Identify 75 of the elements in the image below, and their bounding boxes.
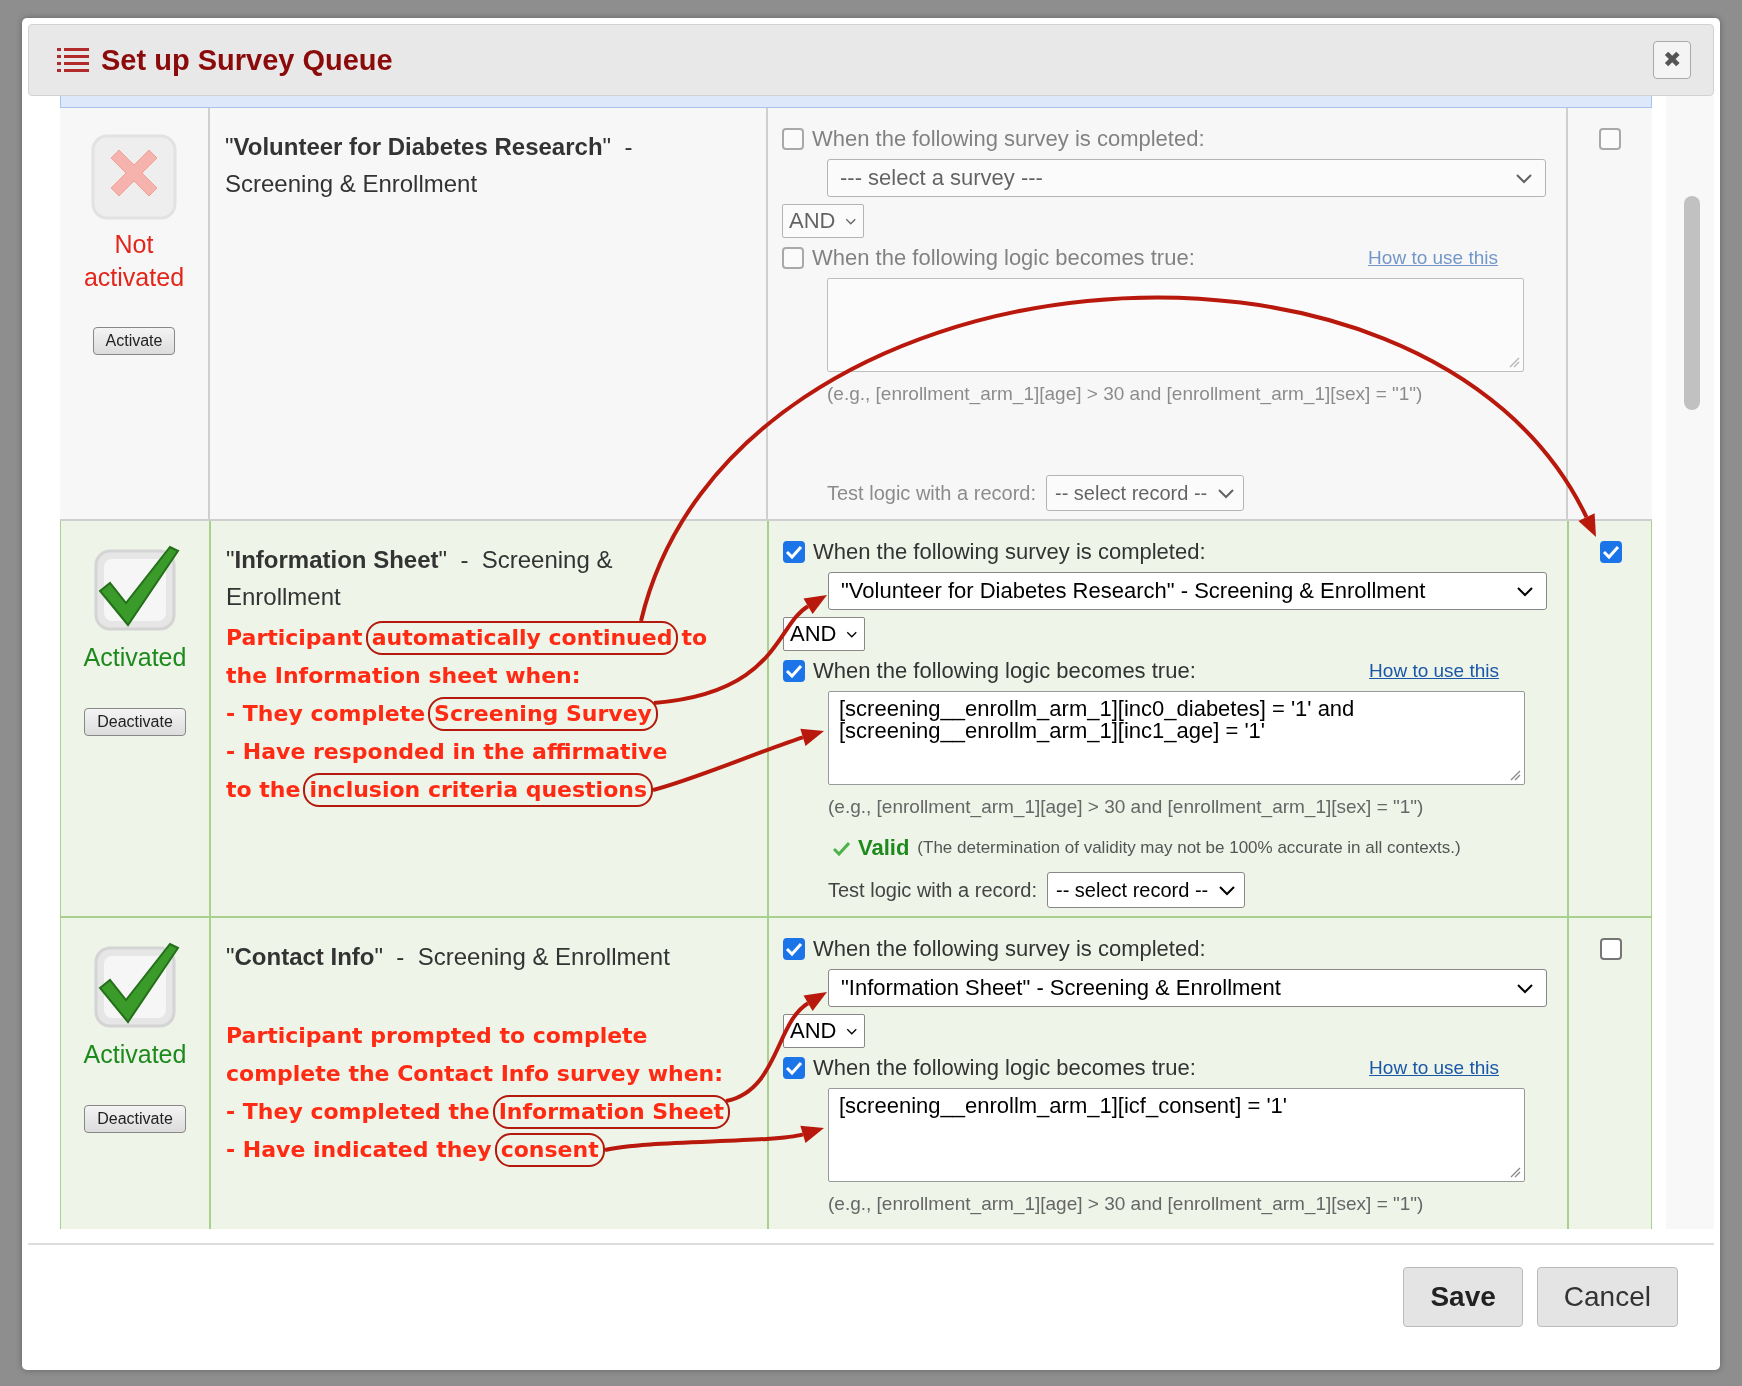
- checkbox[interactable]: [783, 938, 805, 960]
- survey-title: "Information Sheet" - Screening & Enrollment: [226, 545, 614, 612]
- hint-text: (e.g., [enrollment_arm_1][age] > 30 and [enrollment_arm_1][sex] = "1"): [828, 1193, 1425, 1215]
- checkbox[interactable]: [783, 660, 805, 682]
- chevron-down-icon: [1218, 884, 1237, 896]
- condition-label: When the following survey is completed:: [812, 126, 1206, 152]
- annotation-text: to the: [226, 776, 301, 804]
- help-link[interactable]: How to use this: [1369, 660, 1499, 682]
- status-label: Activated: [82, 642, 188, 673]
- status-label: Not activated: [82, 229, 186, 293]
- chevron-down-icon: [1516, 585, 1534, 597]
- checkbox[interactable]: [782, 128, 804, 150]
- survey-title: "Contact Info" - Screening & Enrollment: [226, 942, 671, 972]
- annotation-text: - Have responded in the affirmative: [226, 738, 668, 766]
- logic-field[interactable]: [827, 278, 1524, 372]
- record-select[interactable]: -- select record --: [1046, 475, 1245, 511]
- condition-label: When the following logic becomes true:: [813, 1055, 1197, 1081]
- checkbox[interactable]: [1600, 541, 1622, 563]
- deactivate-button[interactable]: Deactivate: [84, 1104, 186, 1133]
- circled-annotation: Screening Survey: [428, 697, 658, 731]
- valid-label: Valid: [858, 835, 910, 861]
- test-logic-label: Test logic with a record:: [827, 481, 1036, 505]
- resize-handle-icon[interactable]: [1509, 1166, 1522, 1179]
- circled-annotation: automatically continued: [365, 621, 679, 655]
- survey-select[interactable]: "Information Sheet" - Screening & Enrollment: [828, 969, 1547, 1007]
- annotation-text: - They complete: [226, 700, 426, 728]
- chevron-down-icon: [1516, 982, 1534, 994]
- record-select[interactable]: -- select record --: [1047, 872, 1246, 908]
- circled-annotation: inclusion criteria questions: [303, 773, 654, 807]
- checkbox[interactable]: [782, 247, 804, 269]
- cancel-button[interactable]: Cancel: [1536, 1267, 1678, 1327]
- list-icon: [57, 46, 89, 74]
- annotation-text: - Have indicated they: [226, 1136, 492, 1164]
- annotation-text: Participant: [226, 624, 363, 652]
- survey-title: "Volunteer for Diabetes Research" - Screening & Enrollment: [225, 132, 634, 199]
- survey-select[interactable]: --- select a survey ---: [827, 159, 1546, 197]
- scrollbar-thumb[interactable]: [1684, 196, 1700, 410]
- condition-label: When the following logic becomes true:: [813, 658, 1197, 684]
- annotation-text: complete the Contact Info survey when:: [226, 1060, 724, 1088]
- operator-select[interactable]: AND: [783, 617, 865, 651]
- scrollbar[interactable]: [1666, 96, 1714, 1229]
- condition-label: When the following survey is completed:: [813, 539, 1207, 565]
- survey-select[interactable]: "Volunteer for Diabetes Research" - Screening & Enrollment: [828, 572, 1547, 610]
- validity-note: (The determination of validity may not be 100% accurate in all contexts.): [917, 838, 1461, 858]
- logic-field[interactable]: [screening__enrollm_arm_1][icf_consent] = '1': [828, 1088, 1525, 1182]
- checkbox[interactable]: [783, 541, 805, 563]
- annotation-text: - They completed the: [226, 1098, 490, 1126]
- checkmark-icon: [833, 840, 850, 856]
- circled-annotation: Information Sheet: [492, 1095, 731, 1129]
- hint-text: (e.g., [enrollment_arm_1][age] > 30 and [enrollment_arm_1][sex] = "1"): [827, 383, 1424, 405]
- test-logic-label: Test logic with a record:: [828, 878, 1037, 902]
- annotation-text: to: [681, 624, 708, 652]
- checkbox[interactable]: [1599, 128, 1621, 150]
- operator-select[interactable]: AND: [783, 1014, 865, 1048]
- help-link[interactable]: How to use this: [1369, 1057, 1499, 1079]
- hint-text: (e.g., [enrollment_arm_1][age] > 30 and [enrollment_arm_1][sex] = "1"): [828, 796, 1425, 818]
- checkbox[interactable]: [1600, 938, 1622, 960]
- logic-field[interactable]: [screening__enrollm_arm_1][inc0_diabetes] = '1' and [screening__enrollm_arm_1][inc1_age] = '1': [828, 691, 1525, 785]
- annotation-text: Participant prompted to complete: [226, 1022, 648, 1050]
- condition-label: When the following survey is completed:: [813, 936, 1207, 962]
- resize-handle-icon[interactable]: [1508, 356, 1521, 369]
- deactivate-button[interactable]: Deactivate: [84, 707, 186, 736]
- circled-annotation: consent: [494, 1133, 605, 1167]
- condition-label: When the following logic becomes true:: [812, 245, 1196, 271]
- operator-select[interactable]: AND: [782, 204, 864, 238]
- save-button[interactable]: Save: [1403, 1267, 1523, 1327]
- annotation-text: the Information sheet when:: [226, 662, 581, 690]
- status-label: Activated: [82, 1039, 188, 1070]
- chevron-down-icon: [1217, 487, 1236, 499]
- resize-handle-icon[interactable]: [1509, 769, 1522, 782]
- chevron-down-icon: [1515, 172, 1533, 184]
- checkbox[interactable]: [783, 1057, 805, 1079]
- activate-button[interactable]: Activate: [92, 327, 176, 355]
- close-button[interactable]: ✖: [1653, 41, 1691, 79]
- dialog-title: Set up Survey Queue: [101, 43, 394, 77]
